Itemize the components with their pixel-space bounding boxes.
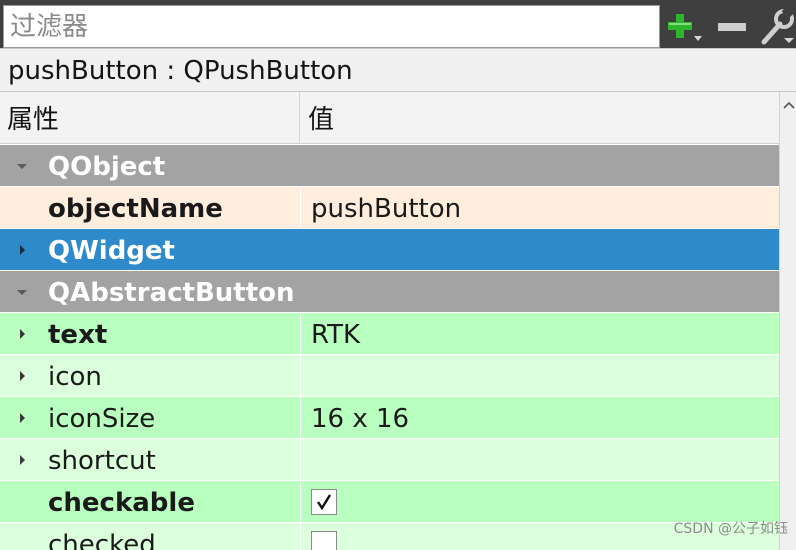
property-value[interactable]: 16 x 16 — [300, 397, 779, 438]
group-label: QObject — [48, 152, 166, 182]
group-label: QWidget — [48, 236, 175, 266]
property-row-iconsize[interactable]: iconSize 16 x 16 — [0, 397, 779, 439]
wrench-dropdown-icon — [761, 7, 795, 44]
property-value[interactable]: pushButton — [300, 187, 779, 228]
checkmark-icon — [317, 494, 332, 511]
group-label: QAbstractButton — [48, 278, 295, 308]
property-name: icon — [48, 362, 102, 392]
property-table: 属性 值 QObject objectName pushButton QWidget Q… — [0, 92, 779, 550]
property-name: checked — [48, 530, 156, 550]
configure-button[interactable] — [757, 5, 796, 48]
property-row-shortcut[interactable]: shortcut — [0, 439, 779, 481]
vertical-scrollbar[interactable] — [779, 92, 796, 550]
property-value[interactable] — [300, 481, 779, 522]
property-value[interactable]: RTK — [300, 313, 779, 354]
property-value[interactable] — [300, 355, 779, 396]
add-dynamic-property-button[interactable] — [664, 5, 704, 48]
property-column-header[interactable]: 属性 — [0, 92, 300, 144]
property-row-objectname[interactable]: objectName pushButton — [0, 187, 779, 229]
property-row-icon[interactable]: icon — [0, 355, 779, 397]
unchecked-checkbox[interactable] — [311, 531, 337, 550]
remove-dynamic-property-button[interactable] — [712, 5, 752, 48]
property-group-qwidget[interactable]: QWidget — [0, 229, 779, 271]
property-group-qabstractbutton[interactable]: QAbstractButton — [0, 271, 779, 313]
plus-dropdown-icon — [668, 13, 702, 41]
filter-input[interactable] — [3, 5, 660, 48]
property-value[interactable] — [300, 439, 779, 480]
property-name: shortcut — [48, 446, 156, 476]
property-name: objectName — [48, 194, 223, 224]
object-class-label: pushButton : QPushButton — [0, 48, 796, 92]
property-name: iconSize — [48, 404, 156, 434]
property-name: text — [48, 320, 108, 350]
property-row-checkable[interactable]: checkable — [0, 481, 779, 523]
value-column-header[interactable]: 值 — [300, 92, 779, 144]
scroll-up-button[interactable] — [780, 96, 796, 114]
filter-toolbar — [0, 0, 796, 48]
property-row-checked[interactable]: checked — [0, 523, 779, 550]
watermark-text: CSDN @公子如钰 — [673, 521, 788, 537]
property-row-text[interactable]: text RTK — [0, 313, 779, 355]
scroll-up-arrow-icon — [782, 101, 795, 109]
property-name: checkable — [48, 488, 195, 518]
minus-icon — [718, 22, 746, 31]
property-group-qobject[interactable]: QObject — [0, 145, 779, 187]
checked-checkbox[interactable] — [311, 489, 337, 515]
table-header: 属性 值 — [0, 92, 779, 144]
